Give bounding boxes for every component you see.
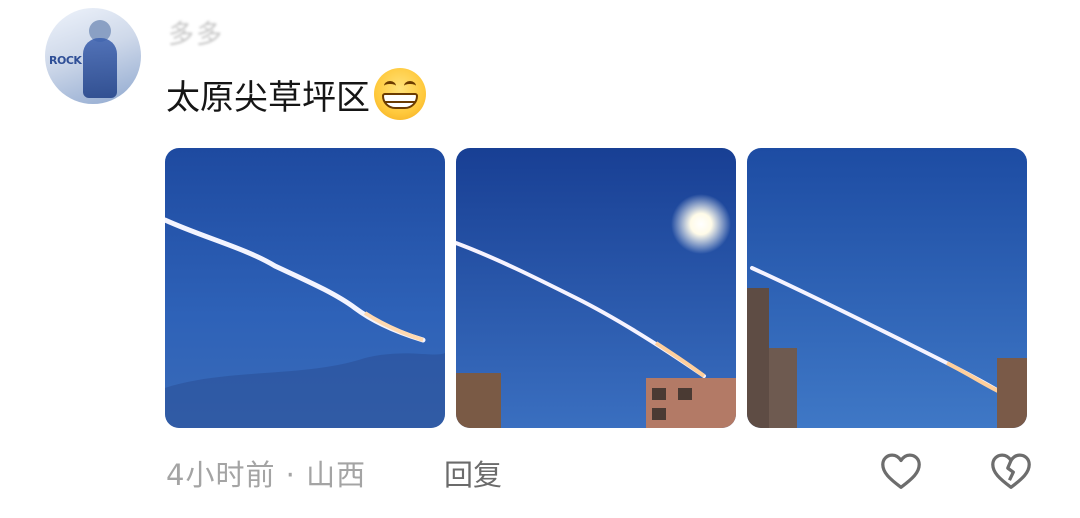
- comment-meta: 4小时前 · 山西: [166, 452, 366, 494]
- photo-3[interactable]: [747, 148, 1027, 428]
- dislike-button[interactable]: [988, 448, 1034, 494]
- like-button[interactable]: [878, 448, 924, 494]
- broken-heart-icon: [991, 453, 1031, 489]
- avatar-figure: [83, 38, 117, 98]
- grinning-face-emoji: [374, 68, 426, 120]
- comment-text: 太原尖草坪区: [166, 77, 370, 118]
- comment-body: 太原尖草坪区: [166, 66, 426, 122]
- username[interactable]: 多多: [168, 14, 224, 51]
- avatar-lettering: ROCK: [49, 54, 82, 67]
- heart-outline-icon: [881, 453, 921, 489]
- reply-button[interactable]: 回复: [444, 452, 502, 494]
- location: 山西: [306, 458, 367, 492]
- meta-separator: ·: [275, 458, 307, 492]
- avatar[interactable]: ROCK: [45, 8, 141, 104]
- photo-2[interactable]: [456, 148, 736, 428]
- timestamp: 4小时前: [166, 458, 276, 492]
- photo-1[interactable]: [165, 148, 445, 428]
